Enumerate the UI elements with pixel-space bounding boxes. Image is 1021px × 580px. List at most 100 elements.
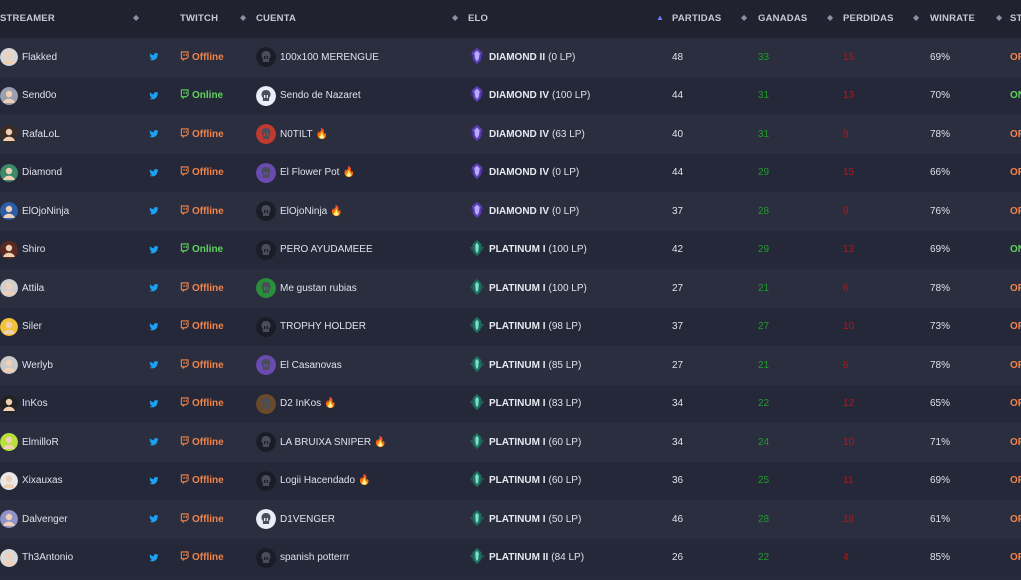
twitter-icon[interactable] [149, 539, 159, 577]
account-cell[interactable]: D1VENGER [256, 500, 338, 538]
account-name[interactable]: 100x100 MERENGUE [280, 52, 379, 63]
streamer-cell[interactable]: RafaLoL [0, 115, 60, 153]
account-cell[interactable]: ElOjoNinja 🔥 [256, 192, 343, 230]
streamer-cell[interactable]: Dalvenger [0, 500, 68, 538]
twitter-icon[interactable] [149, 346, 159, 384]
header-streamer[interactable]: STREAMER [0, 13, 55, 24]
account-name[interactable]: TROPHY HOLDER [280, 321, 366, 332]
streamer-cell[interactable]: Shiro [0, 231, 45, 269]
table-row[interactable]: Send0o Online Sendo de Nazaret DIAMOND IV (1… [0, 76, 1021, 115]
streamer-name[interactable]: Dalvenger [22, 514, 68, 525]
sort-twitch-icon[interactable]: ◆ [240, 13, 246, 22]
header-status[interactable]: ST [1010, 13, 1021, 24]
streamer-name[interactable]: Siler [22, 321, 42, 332]
account-name[interactable]: N0TILT [280, 129, 313, 140]
twitter-icon[interactable] [149, 500, 159, 538]
twitter-icon[interactable] [149, 385, 159, 423]
streamer-cell[interactable]: Send0o [0, 77, 56, 115]
streamer-cell[interactable]: Diamond [0, 154, 62, 192]
twitch-status-link[interactable]: Offline [180, 308, 224, 346]
header-elo[interactable]: ELO [468, 13, 488, 24]
streamer-cell[interactable]: ElmilloR [0, 423, 59, 461]
twitch-status-link[interactable]: Offline [180, 385, 224, 423]
account-cell[interactable]: Me gustan rubias [256, 269, 360, 307]
account-name[interactable]: Me gustan rubias [280, 283, 357, 294]
sort-partidas-icon[interactable]: ◆ [741, 13, 747, 22]
streamer-name[interactable]: Xixauxas [22, 475, 63, 486]
header-twitch[interactable]: TWITCH [180, 13, 218, 24]
account-name[interactable]: El Flower Pot [280, 167, 339, 178]
sort-perdidas-icon[interactable]: ◆ [913, 13, 919, 22]
twitch-status-link[interactable]: Offline [180, 115, 224, 153]
twitter-icon[interactable] [149, 115, 159, 153]
account-cell[interactable]: El Flower Pot 🔥 [256, 154, 355, 192]
header-perdidas[interactable]: PERDIDAS [843, 13, 894, 24]
streamer-cell[interactable]: Th3Antonio [0, 539, 73, 577]
table-row[interactable]: Shiro Online PERO AYUDAMEEE PLATINUM I (100 … [0, 230, 1021, 269]
account-cell[interactable]: TROPHY HOLDER [256, 308, 369, 346]
twitch-status-link[interactable]: Offline [180, 462, 224, 500]
table-row[interactable]: Xixauxas Offline Logii Hacendado 🔥 PLATINUM … [0, 461, 1021, 500]
header-winrate[interactable]: WINRATE [930, 13, 975, 24]
account-name[interactable]: PERO AYUDAMEEE [280, 244, 373, 255]
account-name[interactable]: Logii Hacendado [280, 475, 355, 486]
sort-elo-icon[interactable]: ▲ [656, 13, 664, 22]
twitter-icon[interactable] [149, 38, 159, 76]
twitch-status-link[interactable]: Offline [180, 154, 224, 192]
header-partidas[interactable]: PARTIDAS [672, 13, 721, 24]
streamer-cell[interactable]: Xixauxas [0, 462, 63, 500]
account-cell[interactable]: Logii Hacendado 🔥 [256, 462, 371, 500]
streamer-cell[interactable]: InKos [0, 385, 48, 423]
streamer-name[interactable]: Diamond [22, 167, 62, 178]
sort-streamer-icon[interactable]: ◆ [133, 13, 139, 22]
account-cell[interactable]: spanish potterrr [256, 539, 352, 577]
account-name[interactable]: D2 InKos [280, 398, 321, 409]
twitter-icon[interactable] [149, 77, 159, 115]
table-row[interactable]: Dalvenger Offline D1VENGER PLATINUM I (50 LP… [0, 500, 1021, 539]
twitter-icon[interactable] [149, 154, 159, 192]
table-row[interactable]: ElmilloR Offline LA BRUIXA SNIPER 🔥 PLATINUM… [0, 423, 1021, 462]
streamer-cell[interactable]: ElOjoNinja [0, 192, 69, 230]
streamer-name[interactable]: RafaLoL [22, 129, 60, 140]
account-cell[interactable]: D2 InKos 🔥 [256, 385, 337, 423]
account-name[interactable]: spanish potterrr [280, 552, 349, 563]
sort-winrate-icon[interactable]: ◆ [996, 13, 1002, 22]
twitter-icon[interactable] [149, 462, 159, 500]
account-cell[interactable]: 100x100 MERENGUE [256, 38, 382, 76]
streamer-name[interactable]: Attila [22, 283, 44, 294]
streamer-cell[interactable]: Siler [0, 308, 42, 346]
twitter-icon[interactable] [149, 231, 159, 269]
twitter-icon[interactable] [149, 192, 159, 230]
streamer-cell[interactable]: Attila [0, 269, 44, 307]
twitter-icon[interactable] [149, 269, 159, 307]
account-name[interactable]: ElOjoNinja [280, 206, 327, 217]
table-row[interactable]: Flakked Offline 100x100 MERENGUE DIAMOND II… [0, 38, 1021, 77]
twitch-status-link[interactable]: Offline [180, 500, 224, 538]
account-name[interactable]: LA BRUIXA SNIPER [280, 437, 371, 448]
account-name[interactable]: D1VENGER [280, 514, 335, 525]
table-row[interactable]: Attila Offline Me gustan rubias PLATINUM I(… [0, 269, 1021, 308]
streamer-name[interactable]: Shiro [22, 244, 45, 255]
twitch-status-link[interactable]: Offline [180, 192, 224, 230]
twitch-status-link[interactable]: Online [180, 77, 223, 115]
twitch-status-link[interactable]: Offline [180, 38, 224, 76]
streamer-name[interactable]: Flakked [22, 52, 57, 63]
table-row[interactable]: Diamond Offline El Flower Pot 🔥 DIAMOND IV (0… [0, 153, 1021, 192]
account-cell[interactable]: N0TILT 🔥 [256, 115, 328, 153]
header-cuenta[interactable]: CUENTA [256, 13, 296, 24]
twitch-status-link[interactable]: Offline [180, 346, 224, 384]
account-cell[interactable]: Sendo de Nazaret [256, 77, 364, 115]
account-cell[interactable]: PERO AYUDAMEEE [256, 231, 376, 269]
table-row[interactable]: Siler Offline TROPHY HOLDER PLATINUM I (98 L… [0, 307, 1021, 346]
streamer-name[interactable]: Werlyb [22, 360, 53, 371]
streamer-cell[interactable]: Flakked [0, 38, 57, 76]
streamer-name[interactable]: InKos [22, 398, 48, 409]
streamer-cell[interactable]: Werlyb [0, 346, 53, 384]
table-row[interactable]: InKos Offline D2 InKos 🔥 PLATINUM I (83 LP) 34… [0, 384, 1021, 423]
table-row[interactable]: Th3Antonio Offline spanish potterrr PLATINU… [0, 538, 1021, 577]
twitter-icon[interactable] [149, 308, 159, 346]
table-row[interactable]: ElOjoNinja Offline ElOjoNinja 🔥 DIAMOND IV (0… [0, 192, 1021, 231]
twitch-status-link[interactable]: Offline [180, 269, 224, 307]
sort-cuenta-icon[interactable]: ◆ [452, 13, 458, 22]
streamer-name[interactable]: Send0o [22, 90, 56, 101]
